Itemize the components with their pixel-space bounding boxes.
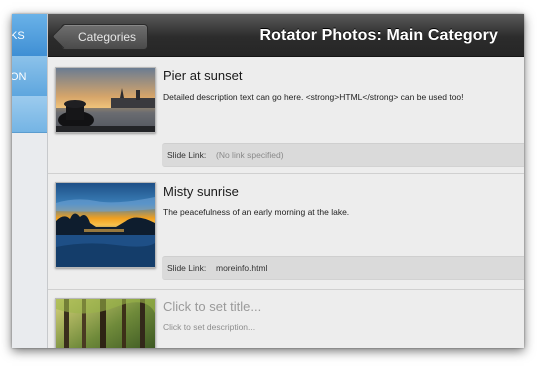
forest-photo-thumbnail[interactable]	[55, 298, 156, 348]
slide-list: Pier at sunset Detailed description text…	[48, 57, 524, 348]
pier-sunset-photo-icon	[56, 68, 155, 132]
back-button[interactable]: Categories	[61, 24, 149, 50]
slide-title[interactable]: Pier at sunset	[163, 68, 243, 83]
slide-item[interactable]: Pier at sunset Detailed description text…	[48, 57, 524, 174]
slide-link-value[interactable]: (No link specified)	[216, 144, 284, 166]
sidebar-item-3[interactable]	[12, 96, 47, 133]
pier-sunset-photo-thumbnail[interactable]	[55, 67, 156, 133]
lake-sunrise-photo-icon	[56, 183, 155, 267]
slide-title[interactable]: Misty sunrise	[163, 184, 239, 199]
page-title: Rotator Photos: Main Category	[259, 27, 498, 44]
slide-description[interactable]: The peacefulness of an early morning at …	[163, 207, 349, 217]
slide-item[interactable]: Misty sunrise The peacefulness of an ear…	[48, 174, 524, 290]
header-bar: Categories Rotator Photos: Main Category	[48, 14, 524, 57]
back-button-label: Categories	[78, 30, 137, 44]
slide-link-bar[interactable]: Slide Link: (No link specified)	[162, 143, 524, 167]
slide-title-placeholder[interactable]: Click to set title...	[163, 299, 261, 314]
slide-link-bar[interactable]: Slide Link: moreinfo.html	[162, 256, 524, 280]
sidebar-item-1[interactable]: KS	[12, 14, 47, 57]
app-window: KS ON Categories Rotator Photos: Main Ca…	[12, 14, 524, 348]
slide-link-value[interactable]: moreinfo.html	[216, 257, 268, 279]
lake-sunrise-photo-thumbnail[interactable]	[55, 182, 156, 268]
slide-description[interactable]: Detailed description text can go here. <…	[163, 92, 464, 102]
forest-photo-icon	[56, 299, 155, 348]
slide-link-label: Slide Link:	[167, 150, 207, 160]
slide-item[interactable]: Click to set title... Click to set descr…	[48, 290, 524, 348]
sidebar: KS ON	[12, 14, 48, 348]
slide-link-label: Slide Link:	[167, 263, 207, 273]
slide-description-placeholder[interactable]: Click to set description...	[163, 322, 255, 332]
sidebar-item-2[interactable]: ON	[12, 56, 47, 97]
